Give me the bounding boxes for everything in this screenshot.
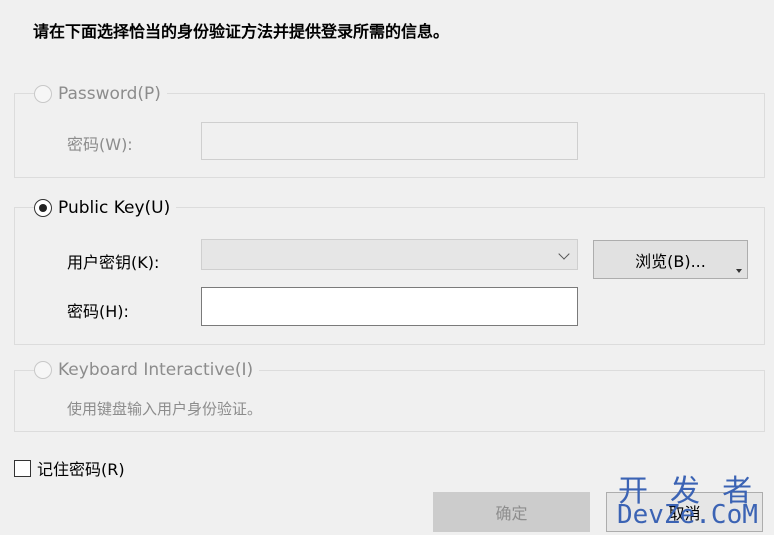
- remember-checkbox-label: 记住密码(R): [37, 460, 125, 479]
- password-label: 密码(W):: [67, 135, 133, 154]
- passphrase-input[interactable]: [201, 287, 578, 326]
- user-key-label: 用户密钥(K):: [67, 253, 160, 272]
- keyboard-radio[interactable]: Keyboard Interactive(I): [34, 360, 260, 380]
- publickey-radio-button[interactable]: [34, 199, 52, 217]
- browse-button[interactable]: 浏览(B)...: [593, 240, 748, 279]
- user-key-select[interactable]: [201, 239, 578, 270]
- keyboard-radio-label: Keyboard Interactive(I): [58, 360, 254, 380]
- remember-password-checkbox[interactable]: 记住密码(R): [14, 456, 125, 480]
- ok-button[interactable]: 确定: [433, 492, 590, 532]
- ok-button-label: 确定: [495, 504, 528, 523]
- keyboard-radio-button[interactable]: [34, 361, 52, 379]
- remember-checkbox-box[interactable]: [14, 459, 31, 477]
- dropdown-arrow-icon: [736, 269, 742, 273]
- password-radio[interactable]: Password(P): [34, 84, 167, 104]
- password-radio-button[interactable]: [34, 85, 52, 103]
- password-radio-label: Password(P): [58, 84, 161, 104]
- passphrase-label: 密码(H):: [67, 302, 129, 321]
- keyboard-description: 使用键盘输入用户身份验证。: [67, 400, 263, 418]
- chevron-down-icon: [558, 248, 570, 260]
- publickey-radio-label: Public Key(U): [58, 198, 171, 218]
- password-input[interactable]: [201, 122, 578, 160]
- browse-button-label: 浏览(B)...: [635, 251, 706, 271]
- instruction-text: 请在下面选择恰当的身份验证方法并提供登录所需的信息。: [33, 22, 450, 41]
- watermark-line2: DevZe.CoM: [617, 500, 758, 530]
- publickey-radio[interactable]: Public Key(U): [34, 198, 177, 218]
